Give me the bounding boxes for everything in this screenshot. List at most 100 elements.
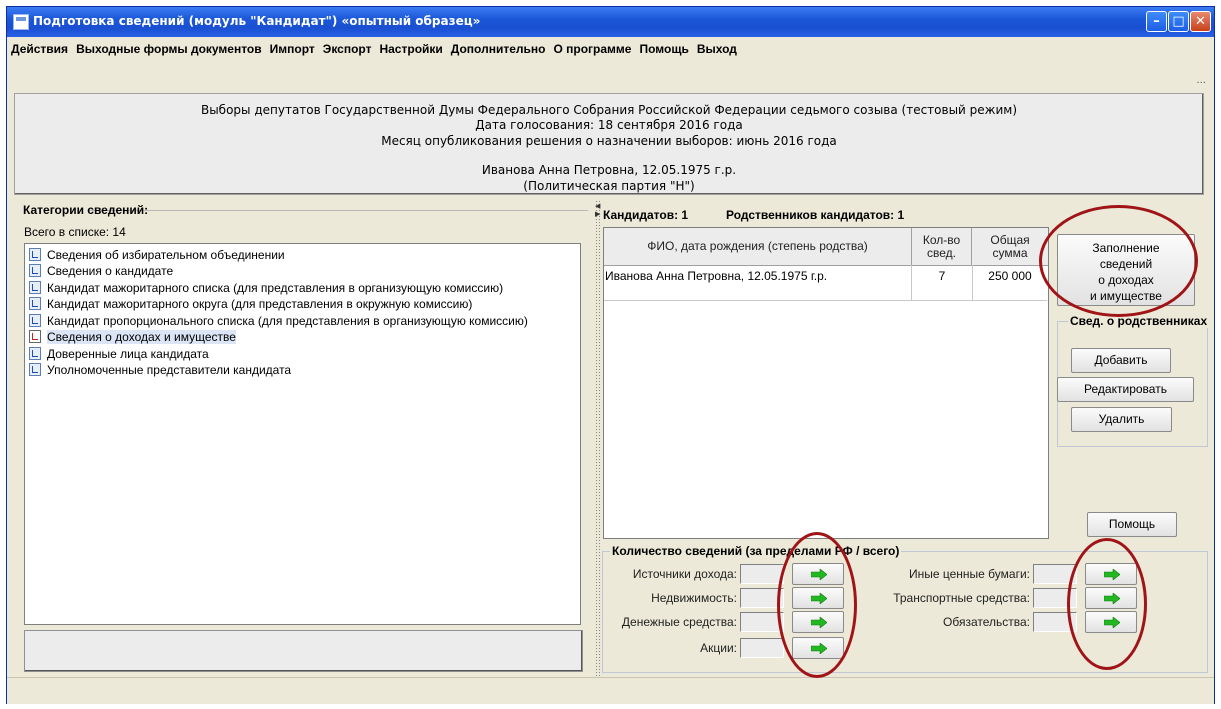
application-window: Подготовка сведений (модуль "Кандидат") … — [6, 6, 1215, 704]
candidates-count: Кандидатов: 1 — [603, 208, 689, 222]
green-arrow-right-icon — [1104, 617, 1120, 628]
menu-import[interactable]: Импорт — [266, 38, 319, 60]
collapse-right-icon[interactable]: ▶ — [595, 210, 600, 218]
minimize-icon: – — [1153, 14, 1160, 29]
title-bar[interactable]: Подготовка сведений (модуль "Кандидат") … — [7, 7, 1214, 37]
list-item[interactable]: Доверенные лица кандидата — [29, 346, 209, 363]
shares-label: Акции: — [700, 641, 737, 655]
list-item[interactable]: Кандидат мажоритарного списка (для предс… — [29, 280, 503, 297]
delete-button[interactable]: Удалить — [1071, 407, 1172, 432]
vehicles-label: Транспортные средства: — [893, 591, 1030, 605]
document-icon — [29, 297, 41, 310]
menu-export[interactable]: Экспорт — [319, 38, 376, 60]
menu-exit[interactable]: Выход — [693, 38, 741, 60]
list-item-label: Кандидат мажоритарного округа (для предс… — [47, 297, 473, 311]
list-item-label: Сведения об избирательном объединении — [47, 248, 285, 262]
close-button[interactable]: ✕ — [1190, 11, 1211, 32]
relatives-group-title: Свед. о родственниках — [1068, 314, 1210, 328]
other-securities-label: Иные ценные бумаги: — [909, 567, 1030, 581]
green-arrow-right-icon — [811, 593, 827, 604]
add-button[interactable]: Добавить — [1071, 348, 1171, 373]
app-window-icon — [13, 14, 29, 30]
obligations-field[interactable] — [1033, 612, 1077, 632]
fill-button-line: о доходах — [1098, 273, 1154, 287]
menu-additional[interactable]: Дополнительно — [447, 38, 550, 60]
election-header: Выборы депутатов Государственной Думы Фе… — [14, 93, 1204, 195]
categories-footer-panel — [24, 630, 583, 672]
menu-actions[interactable]: Действия — [7, 38, 72, 60]
list-item[interactable]: Кандидат мажоритарного округа (для предс… — [29, 296, 472, 313]
document-icon — [29, 314, 41, 327]
shares-open-button[interactable] — [792, 637, 844, 659]
publication-month: Месяц опубликования решения о назначении… — [381, 134, 837, 148]
document-icon — [29, 347, 41, 360]
fill-button-line: Заполнение — [1092, 241, 1160, 255]
column-header-sum[interactable]: Общая сумма — [973, 228, 1047, 265]
candidate-party: (Политическая партия "Н") — [523, 179, 695, 193]
shares-field[interactable] — [740, 638, 784, 658]
menu-settings[interactable]: Настройки — [375, 38, 446, 60]
list-item-label: Доверенные лица кандидата — [47, 347, 209, 361]
toolbar-overflow[interactable]: ... — [1196, 75, 1206, 86]
obligations-open-button[interactable] — [1085, 611, 1137, 633]
green-arrow-right-icon — [1104, 593, 1120, 604]
green-arrow-right-icon — [1104, 569, 1120, 580]
menu-output-forms[interactable]: Выходные формы документов — [72, 38, 266, 60]
other-securities-field[interactable] — [1033, 564, 1077, 584]
document-icon — [29, 264, 41, 277]
menu-about[interactable]: О программе — [549, 38, 635, 60]
menu-bar: Действия Выходные формы документов Импорт Э… — [7, 38, 1214, 60]
cash-open-button[interactable] — [792, 611, 844, 633]
income-sources-field[interactable] — [740, 564, 784, 584]
table-cell-name[interactable]: Иванова Анна Петровна, 12.05.1975 г.р. — [604, 265, 912, 301]
table-cell-count[interactable]: 7 — [912, 265, 973, 301]
maximize-button[interactable]: □ — [1168, 11, 1189, 32]
list-item-selected[interactable]: Сведения о доходах и имуществе — [29, 329, 236, 346]
help-button[interactable]: Помощь — [1087, 512, 1177, 537]
other-securities-open-button[interactable] — [1085, 563, 1137, 585]
maximize-icon: □ — [1172, 14, 1185, 29]
document-icon — [29, 248, 41, 261]
fill-income-property-button[interactable]: Заполнение сведений о доходах и имуществ… — [1057, 234, 1195, 306]
menu-help[interactable]: Помощь — [635, 38, 692, 60]
real-estate-field[interactable] — [740, 588, 784, 608]
minimize-button[interactable]: – — [1146, 11, 1167, 32]
edit-button[interactable]: Редактировать — [1057, 377, 1194, 402]
list-item[interactable]: Сведения о кандидате — [29, 263, 173, 280]
candidates-table: ФИО, дата рождения (степень родства) Кол… — [603, 227, 1049, 539]
delete-button-label: Удалить — [1098, 412, 1145, 426]
table-header: ФИО, дата рождения (степень родства) Кол… — [604, 228, 1048, 266]
obligations-label: Обязательства: — [943, 615, 1030, 629]
real-estate-label: Недвижимость: — [651, 591, 737, 605]
income-sources-label: Источники дохода: — [632, 567, 737, 581]
help-button-label: Помощь — [1108, 517, 1156, 531]
vehicles-open-button[interactable] — [1085, 587, 1137, 609]
list-item[interactable]: Сведения об избирательном объединении — [29, 247, 285, 264]
panel-splitter[interactable] — [595, 200, 601, 677]
column-header-name[interactable]: ФИО, дата рождения (степень родства) — [604, 228, 912, 265]
fill-button-line: и имуществе — [1090, 289, 1162, 303]
cash-label: Денежные средства: — [621, 615, 737, 629]
column-header-count[interactable]: Кол-во свед. — [912, 228, 972, 265]
income-sources-open-button[interactable] — [792, 563, 844, 585]
collapse-left-icon[interactable]: ◀ — [595, 202, 600, 210]
document-icon — [29, 363, 41, 376]
real-estate-open-button[interactable] — [792, 587, 844, 609]
categories-panel: Категории сведений: Всего в списке: 14 С… — [18, 200, 588, 672]
table-cell-sum[interactable]: 250 000 — [973, 265, 1047, 301]
list-item[interactable]: Уполномоченные представители кандидата — [29, 362, 291, 379]
list-item-label: Кандидат мажоритарного списка (для предс… — [47, 281, 504, 295]
list-item-label: Уполномоченные представители кандидата — [47, 363, 292, 377]
close-icon: ✕ — [1195, 14, 1206, 29]
status-bar — [7, 677, 1214, 704]
green-arrow-right-icon — [811, 617, 827, 628]
list-item[interactable]: Кандидат пропорционального списка (для п… — [29, 313, 528, 330]
vehicles-field[interactable] — [1033, 588, 1077, 608]
candidate-name: Иванова Анна Петровна, 12.05.1975 г.р. — [481, 163, 737, 177]
cash-field[interactable] — [740, 612, 784, 632]
quantity-group-title: Количество сведений (за пределами РФ / в… — [610, 544, 902, 558]
panel-divider — [88, 210, 588, 211]
list-item-label: Сведения о кандидате — [47, 264, 174, 278]
categories-list[interactable]: Сведения об избирательном объединении Св… — [24, 243, 581, 625]
election-title: Выборы депутатов Государственной Думы Фе… — [200, 103, 1018, 117]
